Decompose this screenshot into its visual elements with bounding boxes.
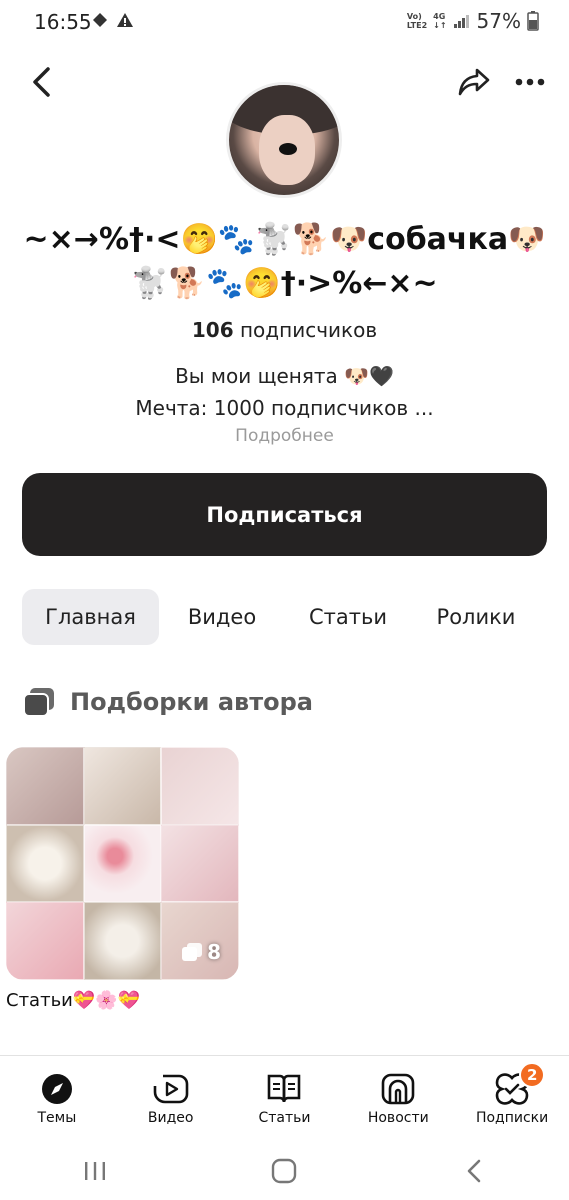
- back-arrow-icon: [33, 67, 50, 97]
- warning-icon: [117, 13, 133, 27]
- avatar[interactable]: [226, 82, 342, 198]
- profile-bio: Вы мои щенята 🐶🖤 Мечта: 1000 подписчиков…: [0, 360, 569, 424]
- collection-title[interactable]: Статьи💝🌸💝: [6, 990, 140, 1011]
- subscribe-button[interactable]: Подписаться: [22, 473, 547, 556]
- system-back-icon: [467, 1159, 481, 1182]
- home-icon: [272, 1158, 297, 1183]
- recent-apps-button[interactable]: [65, 1146, 125, 1196]
- battery-percent: 57%: [476, 9, 521, 33]
- nav-topics[interactable]: Темы: [0, 1056, 114, 1141]
- bio-line-2: Мечта: 1000 подписчиков ...: [135, 396, 434, 420]
- collection-count: 8: [181, 940, 221, 964]
- network-type-indicator: 4G ↓↑: [433, 12, 447, 30]
- home-button[interactable]: [254, 1146, 314, 1196]
- battery-icon: [527, 11, 539, 31]
- volte-indicator: Vo) LTE2: [406, 12, 428, 30]
- signal-icon: [453, 15, 469, 28]
- collections-icon: [23, 688, 54, 717]
- app-notification-icon: [93, 13, 107, 27]
- news-icon: [381, 1073, 415, 1105]
- more-details-link[interactable]: Подробнее: [0, 426, 569, 446]
- subscribers-number: 106: [191, 318, 234, 342]
- bottom-navigation: Темы Видео Статьи Новости 2 Подписки: [0, 1055, 569, 1141]
- collection-card[interactable]: 8: [6, 747, 239, 980]
- more-dots-icon: [515, 78, 545, 86]
- nav-video[interactable]: Видео: [114, 1056, 228, 1141]
- profile-tabs: Главная Видео Статьи Ролики: [22, 589, 552, 645]
- system-navigation: [0, 1141, 569, 1200]
- subscriptions-badge: 2: [519, 1062, 546, 1088]
- tab-video[interactable]: Видео: [159, 589, 285, 645]
- play-icon: [153, 1074, 188, 1104]
- nav-subscriptions[interactable]: 2 Подписки: [455, 1056, 569, 1141]
- system-back-button[interactable]: [444, 1146, 504, 1196]
- share-button[interactable]: [452, 62, 496, 102]
- bio-line-1: Вы мои щенята 🐶🖤: [175, 364, 394, 388]
- tab-main[interactable]: Главная: [22, 589, 159, 645]
- profile-name: ~×→%†·<🤭🐾🐩🐕🐶собачка🐶🐩🐕🐾🤭†·>%←×~: [23, 222, 546, 301]
- share-icon: [458, 68, 490, 96]
- nav-news[interactable]: Новости: [341, 1056, 455, 1141]
- tab-shorts[interactable]: Ролики: [411, 589, 541, 645]
- subscribers-label: подписчиков: [239, 318, 378, 342]
- section-header: Подборки автора: [22, 686, 313, 718]
- section-title: Подборки автора: [70, 688, 313, 716]
- more-options-button[interactable]: [508, 62, 552, 102]
- nav-articles[interactable]: Статьи: [228, 1056, 342, 1141]
- compass-icon: [41, 1074, 72, 1104]
- back-button[interactable]: [22, 62, 62, 102]
- status-time: 16:55: [34, 10, 92, 34]
- status-bar: 16:55 Vo) LTE2 4G ↓↑ 57%: [0, 0, 569, 44]
- tab-articles[interactable]: Статьи: [285, 589, 411, 645]
- subscribers-count: 106 подписчиков: [0, 318, 569, 342]
- recent-apps-icon: [84, 1161, 105, 1180]
- collection-count-icon: [182, 943, 203, 961]
- book-icon: [268, 1074, 301, 1103]
